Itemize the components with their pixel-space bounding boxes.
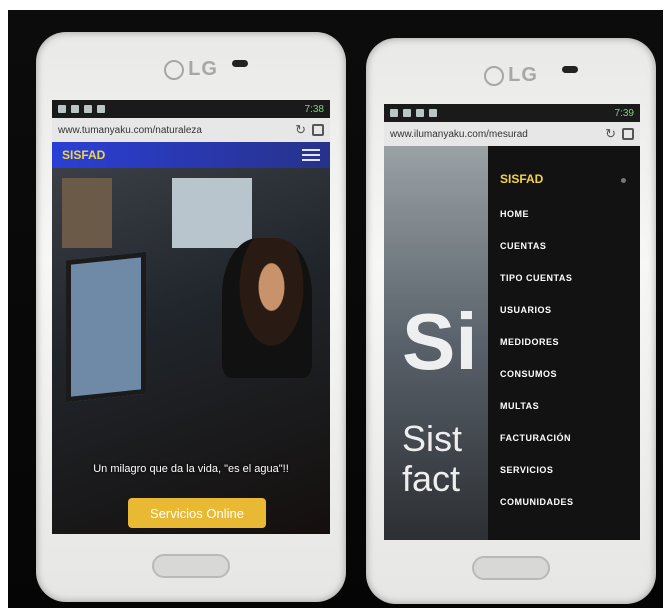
notification-icon: [58, 105, 66, 113]
url-bar[interactable]: www.ilumanyaku.com/mesurad ↻: [384, 122, 640, 146]
page-background: Si Sist fact: [384, 146, 496, 540]
site-brand[interactable]: SISFAD: [62, 148, 105, 162]
menu-item-consumos[interactable]: CONSUMOS: [500, 358, 640, 390]
phone-brand: LG: [36, 58, 346, 81]
lg-logo-icon: [484, 65, 505, 86]
menu-title[interactable]: SISFAD: [500, 172, 640, 186]
tabs-icon[interactable]: [312, 124, 324, 136]
shelf-image: [62, 178, 112, 248]
site-navbar: SISFAD: [52, 142, 330, 168]
photo-frame: LG 7:38 www.tumanyaku.com/naturaleza ↻ S…: [0, 0, 671, 616]
check-icon: [84, 105, 92, 113]
menu-item-home[interactable]: HOME: [500, 198, 640, 230]
brand-text: LG: [508, 64, 538, 86]
status-bar: 7:38: [52, 100, 330, 118]
menu-item-servicios[interactable]: SERVICIOS: [500, 454, 640, 486]
mute-icon: [429, 109, 437, 117]
url-text[interactable]: www.tumanyaku.com/naturaleza: [58, 125, 289, 136]
notification-icon: [390, 109, 398, 117]
menu-item-tipo-cuentas[interactable]: TIPO CUENTAS: [500, 262, 640, 294]
url-text[interactable]: www.ilumanyaku.com/mesurad: [390, 129, 599, 140]
screen: 7:38 www.tumanyaku.com/naturaleza ↻ SISF…: [52, 100, 330, 534]
url-bar[interactable]: www.tumanyaku.com/naturaleza ↻: [52, 118, 330, 142]
menu-item-usuarios[interactable]: USUARIOS: [500, 294, 640, 326]
photo-background: LG 7:38 www.tumanyaku.com/naturaleza ↻ S…: [8, 10, 663, 608]
person-image: [222, 238, 312, 378]
servicios-online-button[interactable]: Servicios Online: [128, 498, 266, 528]
menu-item-medidores[interactable]: MEDIDORES: [500, 326, 640, 358]
phone-right: LG 7:39 www.ilumanyaku.com/mesurad ↻ Si: [366, 38, 656, 604]
menu-item-cuentas[interactable]: CUENTAS: [500, 230, 640, 262]
hero-tagline: Un milagro que da la vida, "es el agua"!…: [93, 463, 289, 475]
speaker-icon: [562, 66, 578, 73]
lg-logo-icon: [164, 59, 185, 80]
brand-text: LG: [188, 58, 218, 80]
speaker-icon: [232, 60, 248, 67]
home-button[interactable]: [152, 554, 230, 578]
status-bar: 7:39: [384, 104, 640, 122]
background-big-text: Si: [402, 297, 478, 386]
side-menu: SISFAD HOME CUENTAS TIPO CUENTAS USUARIO…: [488, 146, 640, 540]
monitor-image: [66, 251, 146, 403]
background-word: fact: [402, 458, 461, 499]
notification-icon: [403, 109, 411, 117]
hamburger-menu-icon[interactable]: [302, 149, 320, 161]
check-icon: [416, 109, 424, 117]
background-word: Sist: [402, 418, 463, 459]
notification-icon: [71, 105, 79, 113]
hero-image: [52, 168, 330, 534]
home-button[interactable]: [472, 556, 550, 580]
dot-icon: [621, 178, 626, 183]
screen: 7:39 www.ilumanyaku.com/mesurad ↻ Si Sis…: [384, 104, 640, 540]
menu-item-multas[interactable]: MULTAS: [500, 390, 640, 422]
window-image: [172, 178, 252, 248]
mute-icon: [97, 105, 105, 113]
menu-item-comunidades[interactable]: COMUNIDADES: [500, 486, 640, 518]
phone-left: LG 7:38 www.tumanyaku.com/naturaleza ↻ S…: [36, 32, 346, 602]
tabs-icon[interactable]: [622, 128, 634, 140]
reload-icon[interactable]: ↻: [605, 126, 616, 142]
clock: 7:39: [614, 107, 634, 119]
reload-icon[interactable]: ↻: [295, 122, 306, 138]
menu-item-facturacion[interactable]: FACTURACIÓN: [500, 422, 640, 454]
phone-brand: LG: [366, 64, 656, 87]
clock: 7:38: [304, 103, 324, 115]
